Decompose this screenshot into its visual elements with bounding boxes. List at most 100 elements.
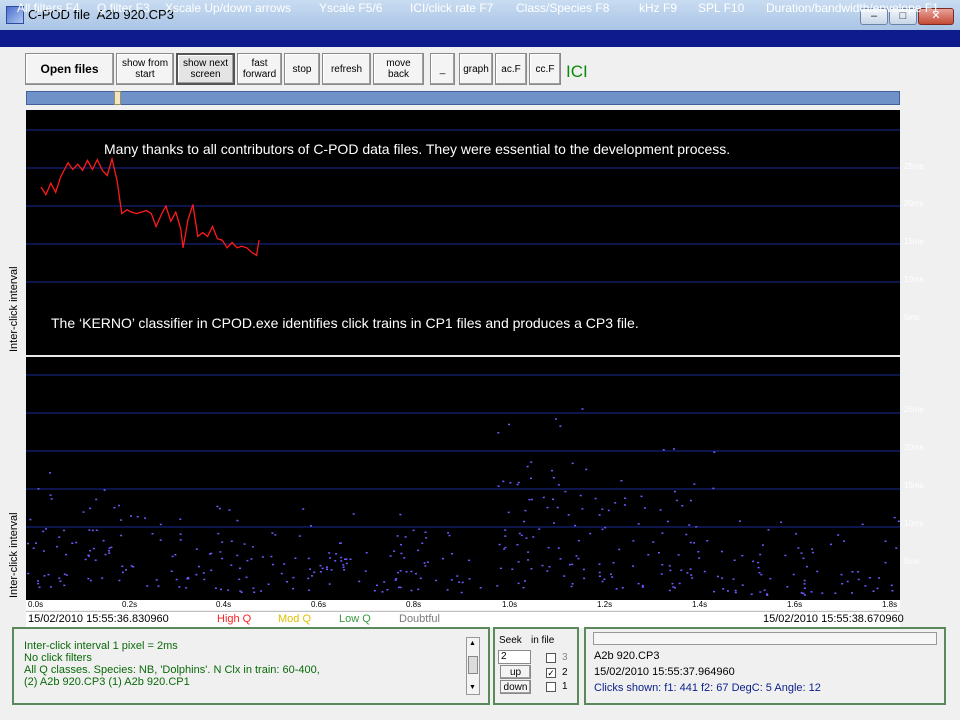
click-mark [846,580,849,583]
file-3-checkbox[interactable] [546,653,556,663]
menu-q-filter[interactable]: Q filter F3 [97,1,150,15]
click-mark [800,552,803,554]
click-mark [27,542,29,545]
click-mark [179,533,182,535]
menu-spl[interactable]: SPL F10 [698,1,744,15]
click-mark [563,575,566,577]
click-mark [252,587,255,589]
click-mark [685,533,688,536]
click-mark [553,522,555,524]
click-mark [45,528,47,530]
click-mark [499,567,502,570]
click-mark [557,484,560,486]
click-mark [611,576,614,578]
click-mark [421,542,424,544]
menu-class-species[interactable]: Class/Species F8 [516,1,609,15]
click-mark [329,557,332,559]
y-tick-top: 20ms [904,199,924,208]
menu-duration-bandwidth[interactable]: Duration/bandwidth/envelope F1 [766,1,939,15]
click-mark [292,576,295,579]
click-mark [442,557,444,560]
show-from-start-button[interactable]: show from start [116,53,174,85]
x-tick: 1.0s [502,600,518,609]
click-mark [884,540,887,542]
ccf-button[interactable]: cc.F [529,53,561,85]
click-mark [571,583,574,585]
click-mark [760,573,763,576]
menu-all-filters[interactable]: All filters F4 [17,1,80,15]
menu-yscale[interactable]: Yscale F5/6 [319,1,382,15]
click-mark [840,573,843,576]
click-mark [661,564,664,566]
click-mark [864,585,867,587]
click-mark [675,499,678,502]
menu-xscale[interactable]: Xscale Up/down arrows [165,1,291,15]
click-mark [546,570,549,572]
scroll-down-icon[interactable]: ▼ [469,684,476,691]
click-mark [577,539,580,542]
click-mark [349,558,352,560]
show-next-screen-button[interactable]: show next screen [176,53,235,85]
click-mark [612,562,615,564]
click-mark [89,549,92,552]
file-2-checkbox[interactable]: ✓ [546,668,556,678]
click-mark [37,582,40,585]
stop-button[interactable]: stop [284,53,320,85]
seek-down-button[interactable]: down [500,680,531,694]
clicks-shown: Clicks shown: f1: 441 f2: 67 DegC: 5 Ang… [594,682,821,694]
click-mark [618,548,621,551]
click-mark [532,536,535,538]
y-axis-label-top: Inter-click interval [8,266,20,352]
progress-bar [593,632,937,645]
click-mark [526,465,529,468]
click-mark [601,580,604,583]
open-files-button[interactable]: Open files [25,53,114,85]
click-mark [861,523,864,526]
ici-plot-bottom[interactable] [26,357,900,600]
acf-button[interactable]: ac.F [495,53,527,85]
click-mark [517,481,520,484]
click-mark [733,559,736,561]
click-mark [136,516,139,518]
y-tick-top: 25ms [904,162,924,171]
click-mark [49,494,52,496]
file-1-checkbox[interactable] [546,682,556,692]
seek-value-input[interactable]: 2 [498,650,531,664]
click-mark [342,566,345,568]
info-scrollbar[interactable]: ▲ ▼ [466,637,480,695]
click-mark [497,485,500,487]
click-mark [803,579,806,582]
click-mark [120,534,123,537]
click-mark [63,573,66,575]
click-mark [659,509,662,511]
click-mark [395,578,398,580]
move-back-button[interactable]: move back [373,53,424,85]
refresh-button[interactable]: refresh [322,53,371,85]
cursor-timestamp: 15/02/2010 15:55:37.964960 [594,666,735,678]
click-mark [108,547,111,549]
click-mark [326,568,328,570]
click-mark [554,418,557,420]
click-mark [607,509,610,512]
click-mark [221,541,224,543]
click-mark [530,477,532,480]
click-mark [294,557,297,559]
seek-label: Seek [499,635,522,646]
click-mark [784,554,787,557]
seek-up-button[interactable]: up [500,665,531,679]
position-scrollbar[interactable] [26,91,900,105]
menu-ici-click-rate[interactable]: ICI/click rate F7 [410,1,493,15]
click-mark [720,550,723,553]
click-mark [878,577,881,579]
click-mark [851,592,853,594]
scroll-up-icon[interactable]: ▲ [469,640,476,647]
graph-button[interactable]: graph [459,53,493,85]
click-mark [541,564,544,567]
dash-button[interactable]: _ [430,53,455,85]
menu-khz[interactable]: kHz F9 [639,1,677,15]
fast-forward-button[interactable]: fast forward [237,53,282,85]
scrollbar-thumb[interactable] [468,656,478,674]
click-mark [621,587,624,589]
click-mark [415,572,417,575]
scrollbar-thumb[interactable] [114,91,121,105]
